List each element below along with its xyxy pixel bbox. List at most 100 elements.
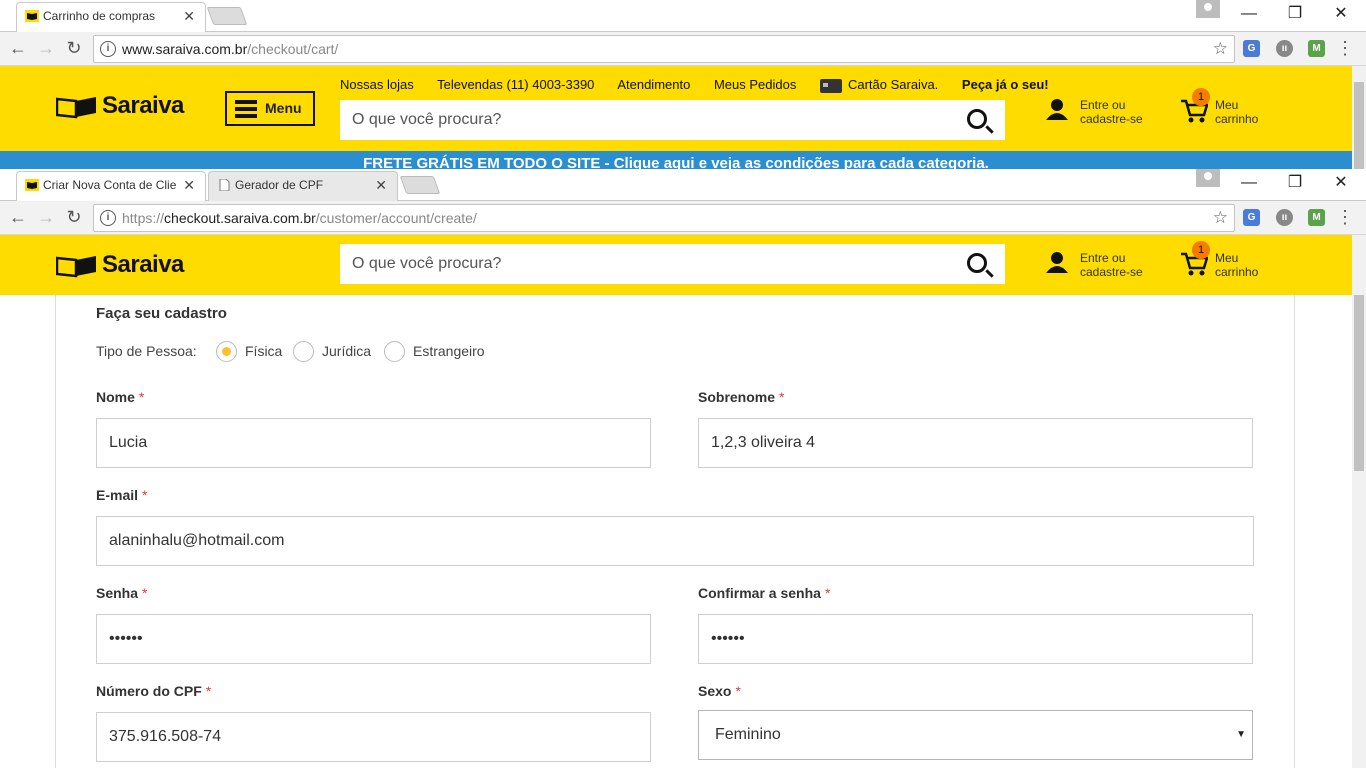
logo-text: Saraiva <box>102 251 184 278</box>
radio-fisica-label[interactable]: Física <box>245 343 282 359</box>
search-icon[interactable] <box>967 253 987 273</box>
link-nossas-lojas[interactable]: Nossas lojas <box>340 77 414 92</box>
tab-strip: Carrinho de compras ✕ — ❐ ✕ <box>0 0 1366 32</box>
scrollbar[interactable] <box>1352 66 1366 169</box>
menu-label: Menu <box>265 100 302 116</box>
address-bar[interactable]: i www.saraiva.com.br/checkout/cart/ ☆ <box>93 35 1235 63</box>
saraiva-logo[interactable]: Saraiva <box>56 92 184 120</box>
sobrenome-label: Sobrenome * <box>698 389 784 405</box>
cpf-label-text: Número do CPF <box>96 683 202 699</box>
url-scheme: https:// <box>122 210 165 226</box>
menu-button[interactable]: Menu <box>225 91 315 126</box>
confirmar-senha-field[interactable]: •••••• <box>698 614 1253 664</box>
signup-form: Faça seu cadastro Tipo de Pessoa: Física… <box>55 295 1295 768</box>
link-televendas[interactable]: Televendas (11) 4003-3390 <box>437 77 594 92</box>
scrollbar[interactable] <box>1352 235 1366 768</box>
cpf-field[interactable]: 375.916.508-74 <box>96 712 651 762</box>
extension-icon[interactable]: ıı <box>1276 209 1293 226</box>
radio-estrangeiro[interactable] <box>384 341 405 362</box>
senha-label: Senha * <box>96 585 147 601</box>
user-icon <box>1046 252 1068 273</box>
search-input[interactable]: O que você procura? <box>340 244 1005 284</box>
site-header: Saraiva Menu Nossas lojas Televendas (11… <box>0 66 1352 151</box>
search-input[interactable]: O que você procura? <box>340 100 1005 140</box>
confirmar-senha-label: Confirmar a senha * <box>698 585 830 601</box>
required-mark: * <box>142 487 148 503</box>
new-tab-button[interactable] <box>399 176 441 194</box>
restore-icon[interactable]: ❐ <box>1272 169 1318 199</box>
nome-field[interactable]: Lucia <box>96 418 651 468</box>
link-meus-pedidos[interactable]: Meus Pedidos <box>714 77 796 92</box>
cart-line1: Meu <box>1215 98 1239 112</box>
link-cartao-saraiva[interactable]: Cartão Saraiva. Peça já o seu! <box>848 77 1049 92</box>
translate-extension-icon[interactable]: G <box>1243 209 1260 226</box>
sexo-label: Sexo * <box>698 683 741 699</box>
chrome-menu-icon[interactable]: ⋮ <box>1336 36 1354 60</box>
bookmark-star-icon[interactable]: ☆ <box>1213 205 1228 231</box>
tab-criar-conta[interactable]: Criar Nova Conta de Clie ✕ <box>16 171 206 201</box>
sexo-label-text: Sexo <box>698 683 732 699</box>
senha-field[interactable]: •••••• <box>96 614 651 664</box>
required-mark: * <box>824 585 831 601</box>
cart-count-badge: 1 <box>1192 241 1210 259</box>
forward-arrow-icon[interactable]: → <box>34 205 58 229</box>
back-arrow-icon[interactable]: ← <box>6 36 30 60</box>
link-atendimento[interactable]: Atendimento <box>617 77 690 92</box>
saraiva-logo[interactable]: Saraiva <box>56 251 184 279</box>
sobrenome-field[interactable]: 1,2,3 oliveira 4 <box>698 418 1253 468</box>
required-mark: * <box>735 683 741 699</box>
senha-label-text: Senha <box>96 585 139 601</box>
profile-icon[interactable] <box>1196 0 1220 18</box>
new-tab-button[interactable] <box>206 7 248 25</box>
extension-icon[interactable]: ıı <box>1276 40 1293 57</box>
minimize-icon[interactable]: — <box>1226 169 1272 199</box>
info-icon[interactable]: i <box>100 210 116 226</box>
extension-green-icon[interactable]: M <box>1308 40 1325 57</box>
nome-label: Nome * <box>96 389 144 405</box>
sexo-value: Feminino <box>715 726 781 743</box>
minimize-icon[interactable]: — <box>1226 0 1272 30</box>
email-label-text: E-mail <box>96 487 139 503</box>
account-line1: Entre ou <box>1080 98 1126 112</box>
reload-icon[interactable]: ↻ <box>62 36 86 60</box>
scrollbar-thumb[interactable] <box>1354 82 1364 169</box>
front-browser-window: Criar Nova Conta de Clie ✕ Gerador de CP… <box>0 169 1366 768</box>
radio-estrangeiro-label[interactable]: Estrangeiro <box>413 343 485 359</box>
credit-card-icon <box>819 78 842 93</box>
logo-text: Saraiva <box>102 92 184 119</box>
restore-icon[interactable]: ❐ <box>1272 0 1318 30</box>
extension-green-icon[interactable]: M <box>1308 209 1325 226</box>
profile-icon[interactable] <box>1196 169 1220 187</box>
tipo-pessoa-label: Tipo de Pessoa: <box>96 343 197 359</box>
radio-juridica[interactable] <box>293 341 314 362</box>
search-icon[interactable] <box>967 109 987 129</box>
browser-toolbar: ← → ↻ i www.saraiva.com.br/checkout/cart… <box>0 32 1366 66</box>
required-mark: * <box>138 389 145 405</box>
bookmark-star-icon[interactable]: ☆ <box>1213 36 1228 62</box>
scrollbar-thumb[interactable] <box>1354 295 1364 471</box>
close-window-icon[interactable]: ✕ <box>1318 169 1364 199</box>
radio-fisica[interactable] <box>216 341 237 362</box>
tab-carrinho[interactable]: Carrinho de compras ✕ <box>16 2 206 32</box>
back-arrow-icon[interactable]: ← <box>6 205 30 229</box>
close-tab-icon[interactable]: ✕ <box>375 172 387 198</box>
free-shipping-banner[interactable]: FRETE GRÁTIS EM TODO O SITE - Clique aqu… <box>0 151 1352 169</box>
chrome-menu-icon[interactable]: ⋮ <box>1336 205 1354 229</box>
tab-gerador-cpf[interactable]: Gerador de CPF ✕ <box>208 171 398 201</box>
close-tab-icon[interactable]: ✕ <box>183 3 195 29</box>
confirmar-label-text: Confirmar a senha <box>698 585 821 601</box>
radio-juridica-label[interactable]: Jurídica <box>322 343 371 359</box>
address-bar[interactable]: i https://checkout.saraiva.com.br/custom… <box>93 204 1235 232</box>
sexo-select[interactable]: Feminino ▼ <box>698 710 1253 760</box>
forward-arrow-icon[interactable]: → <box>34 36 58 60</box>
translate-extension-icon[interactable]: G <box>1243 40 1260 57</box>
close-window-icon[interactable]: ✕ <box>1318 0 1364 30</box>
close-tab-icon[interactable]: ✕ <box>183 172 195 198</box>
required-mark: * <box>779 389 785 405</box>
cart-count-badge: 1 <box>1192 88 1210 106</box>
card-promo-text: Cartão Saraiva. <box>847 77 939 92</box>
reload-icon[interactable]: ↻ <box>62 205 86 229</box>
tab-title: Criar Nova Conta de Clie <box>43 178 177 192</box>
email-field[interactable]: alaninhalu@hotmail.com <box>96 516 1254 566</box>
info-icon[interactable]: i <box>100 41 116 57</box>
